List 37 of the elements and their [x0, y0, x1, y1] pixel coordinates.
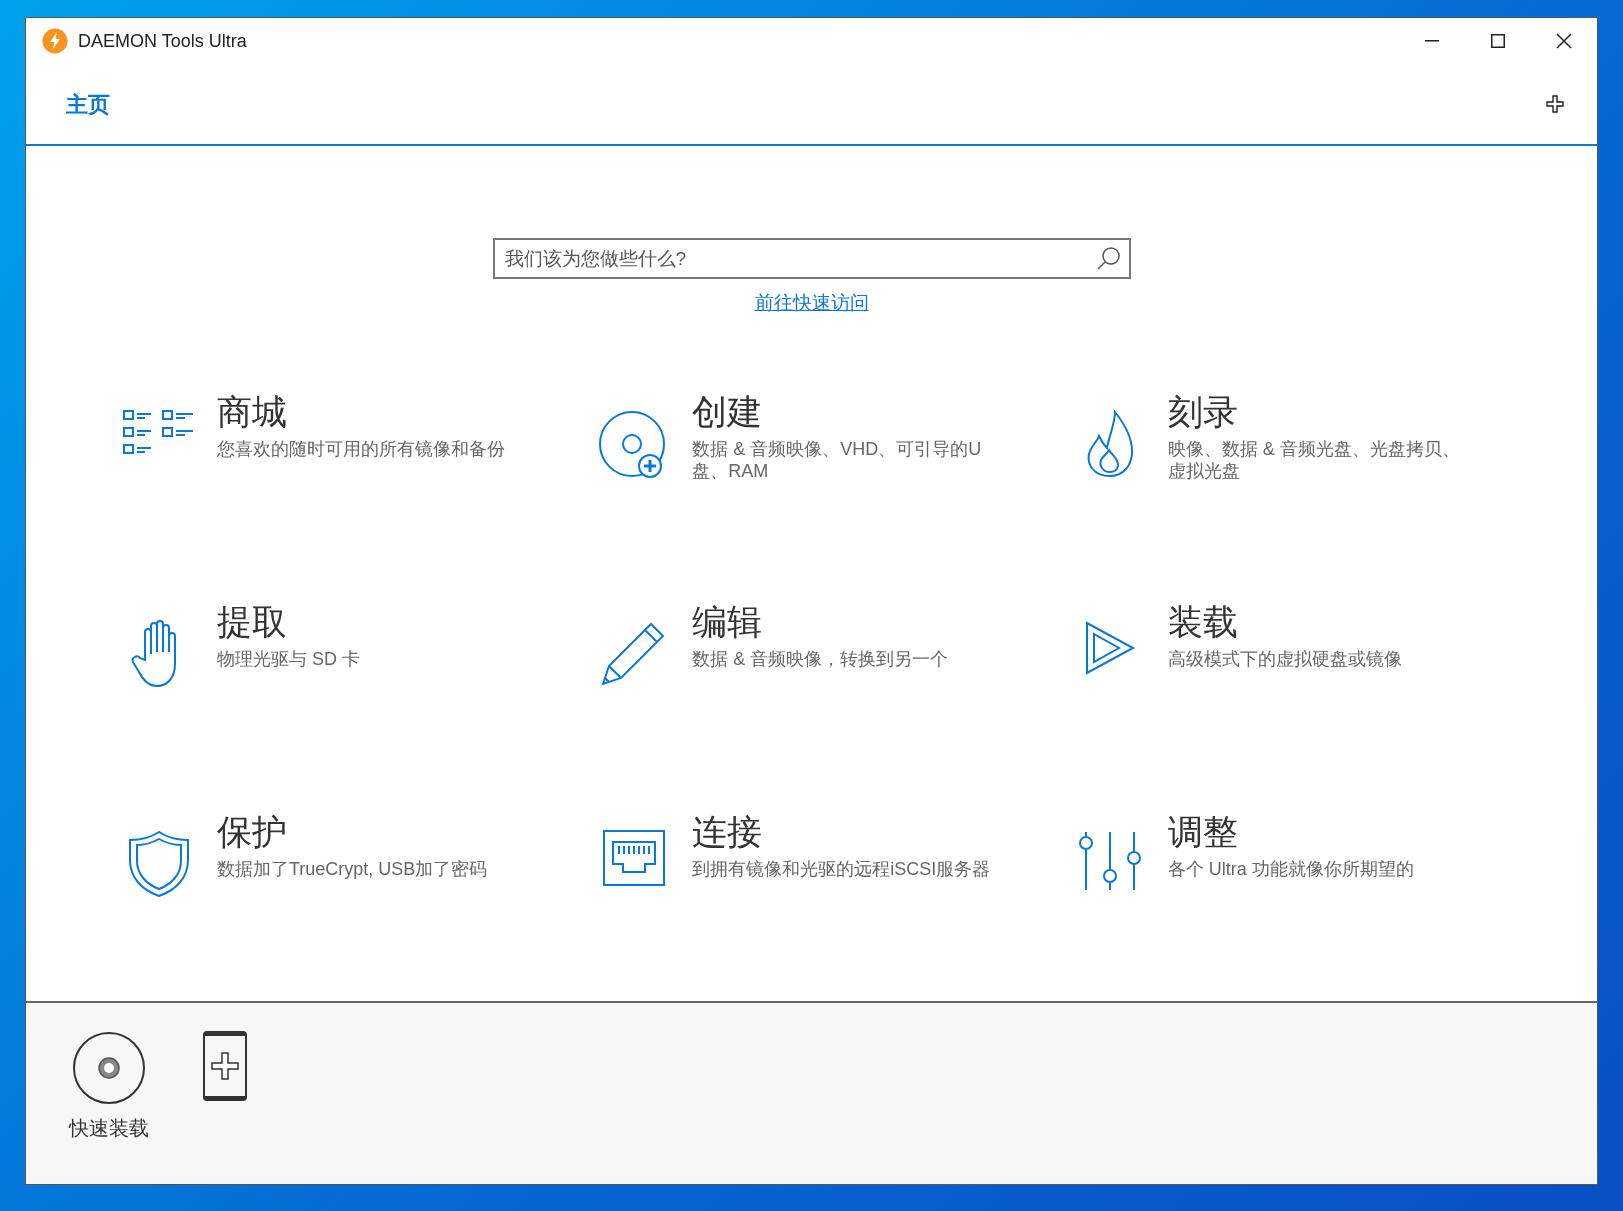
- minimize-icon: [1425, 40, 1439, 42]
- plus-icon: [1546, 95, 1564, 113]
- tile-description: 您喜欢的随时可用的所有镜像和备份: [217, 437, 505, 460]
- tile-description: 物理光驱与 SD 卡: [217, 647, 360, 670]
- shield-icon: [128, 829, 190, 898]
- tile-description: 高级模式下的虚拟硬盘或镜像: [1167, 647, 1402, 670]
- add-device-button[interactable]: [203, 1031, 247, 1101]
- tile-description: 数据 & 音频映像、VHD、可引导的U盘、RAM: [692, 437, 983, 482]
- sliders-icon: [1077, 829, 1142, 892]
- window-title: DAEMON Tools Ultra: [78, 29, 247, 53]
- add-device-icon: [203, 1031, 247, 1101]
- tile-description: 映像、数据 & 音频光盘、光盘拷贝、虚拟光盘: [1167, 437, 1461, 482]
- quick-mount-button[interactable]: 快速装载: [69, 1031, 149, 1143]
- lightning-logo-icon: [42, 28, 68, 54]
- add-tab-button[interactable]: [1543, 92, 1567, 116]
- tile-title[interactable]: 编辑: [692, 599, 949, 644]
- tile-title[interactable]: 保护: [217, 809, 488, 854]
- tile-title[interactable]: 连接: [692, 809, 991, 854]
- search-icon[interactable]: [1096, 246, 1121, 270]
- tab[interactable]: 主页: [62, 87, 114, 121]
- search-field[interactable]: 我们该为您做些什么?: [492, 238, 1131, 279]
- tile-title[interactable]: 提取: [217, 599, 360, 644]
- tile-description: 到拥有镜像和光驱的远程iSCSI服务器: [692, 857, 991, 880]
- tile-description: 各个 Ultra 功能就像你所期望的: [1167, 857, 1414, 880]
- network-port-icon: [603, 829, 666, 886]
- tile-title[interactable]: 装载: [1167, 599, 1402, 644]
- tile-description: 数据加了TrueCrypt, USB加了密码: [217, 857, 488, 880]
- maximize-icon: [1491, 34, 1505, 48]
- close-icon: [1556, 33, 1572, 49]
- tile-title[interactable]: 商城: [217, 389, 505, 434]
- tile-title[interactable]: 创建: [692, 389, 993, 434]
- tile-title[interactable]: 调整: [1167, 809, 1414, 854]
- play-icon: [1083, 619, 1136, 676]
- tile-title[interactable]: 刻录: [1167, 389, 1468, 434]
- quick-access-link[interactable]: 前往快速访问: [754, 289, 869, 318]
- disc-icon: [72, 1031, 146, 1105]
- tile-description: 数据 & 音频映像，转换到另一个: [692, 647, 949, 670]
